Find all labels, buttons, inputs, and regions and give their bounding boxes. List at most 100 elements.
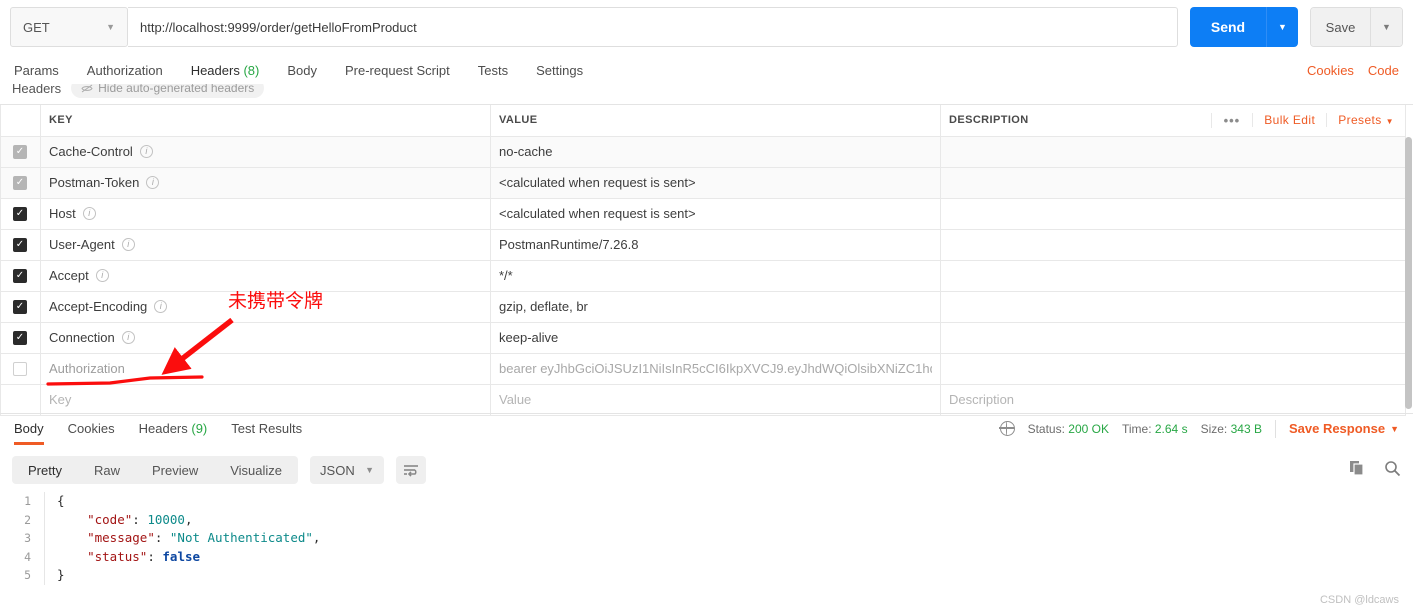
table-row[interactable]: ✓ Cache-Control i no-cache — [0, 136, 1406, 168]
mode-raw[interactable]: Raw — [78, 456, 136, 484]
save-options-chevron-icon[interactable]: ▼ — [1370, 8, 1402, 46]
tab-authorization[interactable]: Authorization — [87, 63, 163, 86]
header-value: */* — [499, 268, 513, 283]
new-key-input[interactable]: Key — [40, 384, 491, 416]
info-icon[interactable]: i — [146, 176, 160, 189]
row-checkbox[interactable]: ✓ — [13, 144, 27, 159]
column-header-description-label: DESCRIPTION — [949, 114, 1029, 127]
row-checkbox-cell[interactable] — [0, 353, 41, 385]
row-value-cell[interactable]: PostmanRuntime/7.26.8 — [490, 229, 941, 261]
table-row[interactable]: ✓ Host i <calculated when request is sent… — [0, 198, 1406, 230]
code-line: 5 } — [0, 566, 1413, 585]
table-row-new-entry[interactable]: Key Value Description — [0, 384, 1406, 416]
row-value-cell[interactable]: no-cache — [490, 136, 941, 168]
table-row[interactable]: ✓ Accept i */* — [0, 260, 1406, 292]
request-url-input[interactable]: http://localhost:9999/order/getHelloFrom… — [128, 7, 1178, 47]
tab-pre-request-script[interactable]: Pre-request Script — [345, 63, 450, 86]
row-checkbox[interactable]: ✓ — [13, 175, 27, 190]
info-icon[interactable]: i — [82, 207, 96, 220]
table-row[interactable]: ✓ Accept-Encoding i gzip, deflate, br — [0, 291, 1406, 323]
row-checkbox[interactable] — [13, 361, 27, 376]
send-button[interactable]: Send — [1190, 7, 1266, 47]
response-tab-cookies[interactable]: Cookies — [68, 415, 115, 443]
row-value-cell[interactable]: <calculated when request is sent> — [490, 198, 941, 230]
info-icon[interactable]: i — [154, 300, 168, 313]
row-description-cell[interactable] — [940, 322, 1406, 354]
row-key-cell[interactable]: Host i — [40, 198, 491, 230]
presets-button[interactable]: Presets ▼ — [1326, 113, 1405, 128]
response-body-code[interactable]: 1 { 2 "code": 10000, 3 "message": "Not A… — [0, 492, 1413, 592]
mode-visualize[interactable]: Visualize — [214, 456, 298, 484]
table-row[interactable]: ✓ Connection i keep-alive — [0, 322, 1406, 354]
response-tab-test-results[interactable]: Test Results — [231, 415, 302, 443]
row-key-cell[interactable]: Authorization — [40, 353, 491, 385]
row-key-cell[interactable]: Connection i — [40, 322, 491, 354]
response-tab-body[interactable]: Body — [14, 415, 44, 445]
row-value-cell[interactable]: <calculated when request is sent> — [490, 167, 941, 199]
row-description-cell[interactable] — [940, 353, 1406, 385]
mode-pretty[interactable]: Pretty — [12, 456, 78, 484]
http-method-select[interactable]: GET ▼ — [10, 7, 128, 47]
response-language-select[interactable]: JSON ▼ — [310, 456, 385, 484]
send-options-chevron-icon[interactable]: ▼ — [1266, 7, 1298, 47]
row-checkbox[interactable]: ✓ — [13, 206, 27, 221]
row-checkbox-cell[interactable]: ✓ — [0, 291, 41, 323]
row-value-cell[interactable]: bearer eyJhbGciOiJSUzI1NiIsInR5cCI6IkpXV… — [490, 353, 941, 385]
row-checkbox-cell[interactable]: ✓ — [0, 260, 41, 292]
hide-auto-generated-headers-button[interactable]: Hide auto-generated headers — [71, 84, 265, 98]
row-checkbox[interactable]: ✓ — [13, 330, 27, 345]
row-checkbox-cell[interactable]: ✓ — [0, 167, 41, 199]
row-checkbox-cell — [0, 384, 41, 416]
row-key-cell[interactable]: Postman-Token i — [40, 167, 491, 199]
headers-table: KEY VALUE DESCRIPTION ••• Bulk Edit Pres… — [0, 105, 1406, 416]
headers-table-scrollbar[interactable] — [1405, 137, 1412, 409]
row-description-cell[interactable] — [940, 167, 1406, 199]
info-icon[interactable]: i — [95, 269, 109, 282]
row-checkbox-cell[interactable]: ✓ — [0, 198, 41, 230]
row-checkbox-cell[interactable]: ✓ — [0, 136, 41, 168]
row-value-cell[interactable]: gzip, deflate, br — [490, 291, 941, 323]
row-key-cell[interactable]: Cache-Control i — [40, 136, 491, 168]
mode-preview[interactable]: Preview — [136, 456, 214, 484]
tab-settings[interactable]: Settings — [536, 63, 583, 86]
search-button[interactable] — [1384, 460, 1401, 480]
response-tab-headers[interactable]: Headers (9) — [139, 415, 208, 443]
table-row[interactable]: ✓ User-Agent i PostmanRuntime/7.26.8 — [0, 229, 1406, 261]
tab-tests[interactable]: Tests — [478, 63, 508, 86]
more-options-icon[interactable]: ••• — [1210, 112, 1253, 128]
headers-subheader-strip: Headers Hide auto-generated headers — [0, 84, 1413, 104]
row-checkbox-cell[interactable]: ✓ — [0, 322, 41, 354]
bulk-edit-button[interactable]: Bulk Edit — [1252, 113, 1326, 128]
row-checkbox[interactable]: ✓ — [13, 237, 27, 252]
save-button[interactable]: Save — [1311, 8, 1370, 46]
tab-params[interactable]: Params — [14, 63, 59, 86]
tab-headers[interactable]: Headers (8) — [190, 63, 260, 87]
save-response-button[interactable]: Save Response ▼ — [1289, 421, 1399, 436]
row-description-cell[interactable] — [940, 229, 1406, 261]
tab-count-badge: (8) — [243, 63, 260, 78]
table-row[interactable]: ✓ Postman-Token i <calculated when reques… — [0, 167, 1406, 199]
tab-body[interactable]: Body — [287, 63, 317, 86]
tab-label: Test Results — [231, 420, 303, 436]
word-wrap-toggle[interactable] — [396, 456, 427, 484]
table-row-authorization[interactable]: Authorization bearer eyJhbGciOiJSUzI1NiI… — [0, 353, 1406, 385]
row-checkbox[interactable]: ✓ — [13, 268, 27, 283]
row-checkbox[interactable]: ✓ — [13, 299, 27, 314]
new-value-input[interactable]: Value — [490, 384, 941, 416]
info-icon[interactable]: i — [121, 238, 135, 251]
row-description-cell[interactable] — [940, 291, 1406, 323]
row-description-cell[interactable] — [940, 260, 1406, 292]
tab-label: Body — [14, 420, 44, 436]
row-value-cell[interactable]: */* — [490, 260, 941, 292]
row-description-cell[interactable] — [940, 198, 1406, 230]
row-value-cell[interactable]: keep-alive — [490, 322, 941, 354]
code-link[interactable]: Code — [1368, 63, 1399, 78]
row-checkbox-cell[interactable]: ✓ — [0, 229, 41, 261]
info-icon[interactable]: i — [139, 145, 153, 158]
info-icon[interactable]: i — [121, 331, 135, 344]
row-key-cell[interactable]: User-Agent i — [40, 229, 491, 261]
new-description-input[interactable]: Description — [940, 384, 1406, 416]
row-description-cell[interactable] — [940, 136, 1406, 168]
cookies-link[interactable]: Cookies — [1307, 63, 1354, 78]
copy-button[interactable] — [1349, 460, 1366, 480]
